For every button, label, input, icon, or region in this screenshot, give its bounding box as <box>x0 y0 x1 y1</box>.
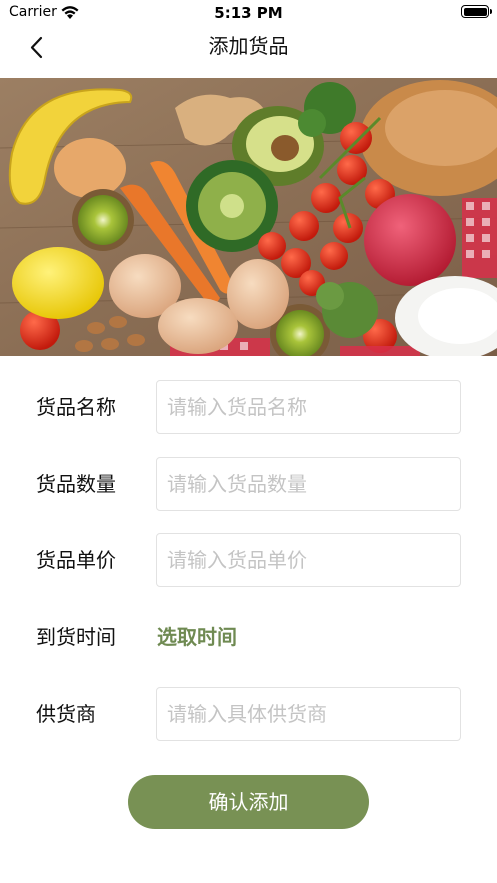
arrival-time-row: 到货时间 选取时间 <box>0 610 497 664</box>
pick-time-button[interactable]: 选取时间 <box>157 610 237 664</box>
nav-bar: 添加货品 <box>0 26 497 78</box>
price-label: 货品单价 <box>36 548 116 572</box>
price-input[interactable] <box>156 533 461 587</box>
name-label: 货品名称 <box>36 395 116 419</box>
battery-icon <box>461 5 492 18</box>
supplier-label: 供货商 <box>36 702 96 726</box>
price-row: 货品单价 <box>0 533 497 587</box>
supplier-input[interactable] <box>156 687 461 741</box>
status-bar: Carrier 5:13 PM <box>0 0 497 26</box>
quantity-input[interactable] <box>156 457 461 511</box>
confirm-add-button[interactable]: 确认添加 <box>128 775 369 829</box>
page-title: 添加货品 <box>208 34 289 58</box>
quantity-label: 货品数量 <box>36 472 116 496</box>
supplier-row: 供货商 <box>0 687 497 741</box>
arrival-time-label: 到货时间 <box>36 625 116 649</box>
status-time: 5:13 PM <box>214 4 283 22</box>
quantity-row: 货品数量 <box>0 457 497 511</box>
name-row: 货品名称 <box>0 380 497 434</box>
fresh-produce-image <box>0 78 497 356</box>
name-input[interactable] <box>156 380 461 434</box>
banner-image <box>0 78 497 356</box>
